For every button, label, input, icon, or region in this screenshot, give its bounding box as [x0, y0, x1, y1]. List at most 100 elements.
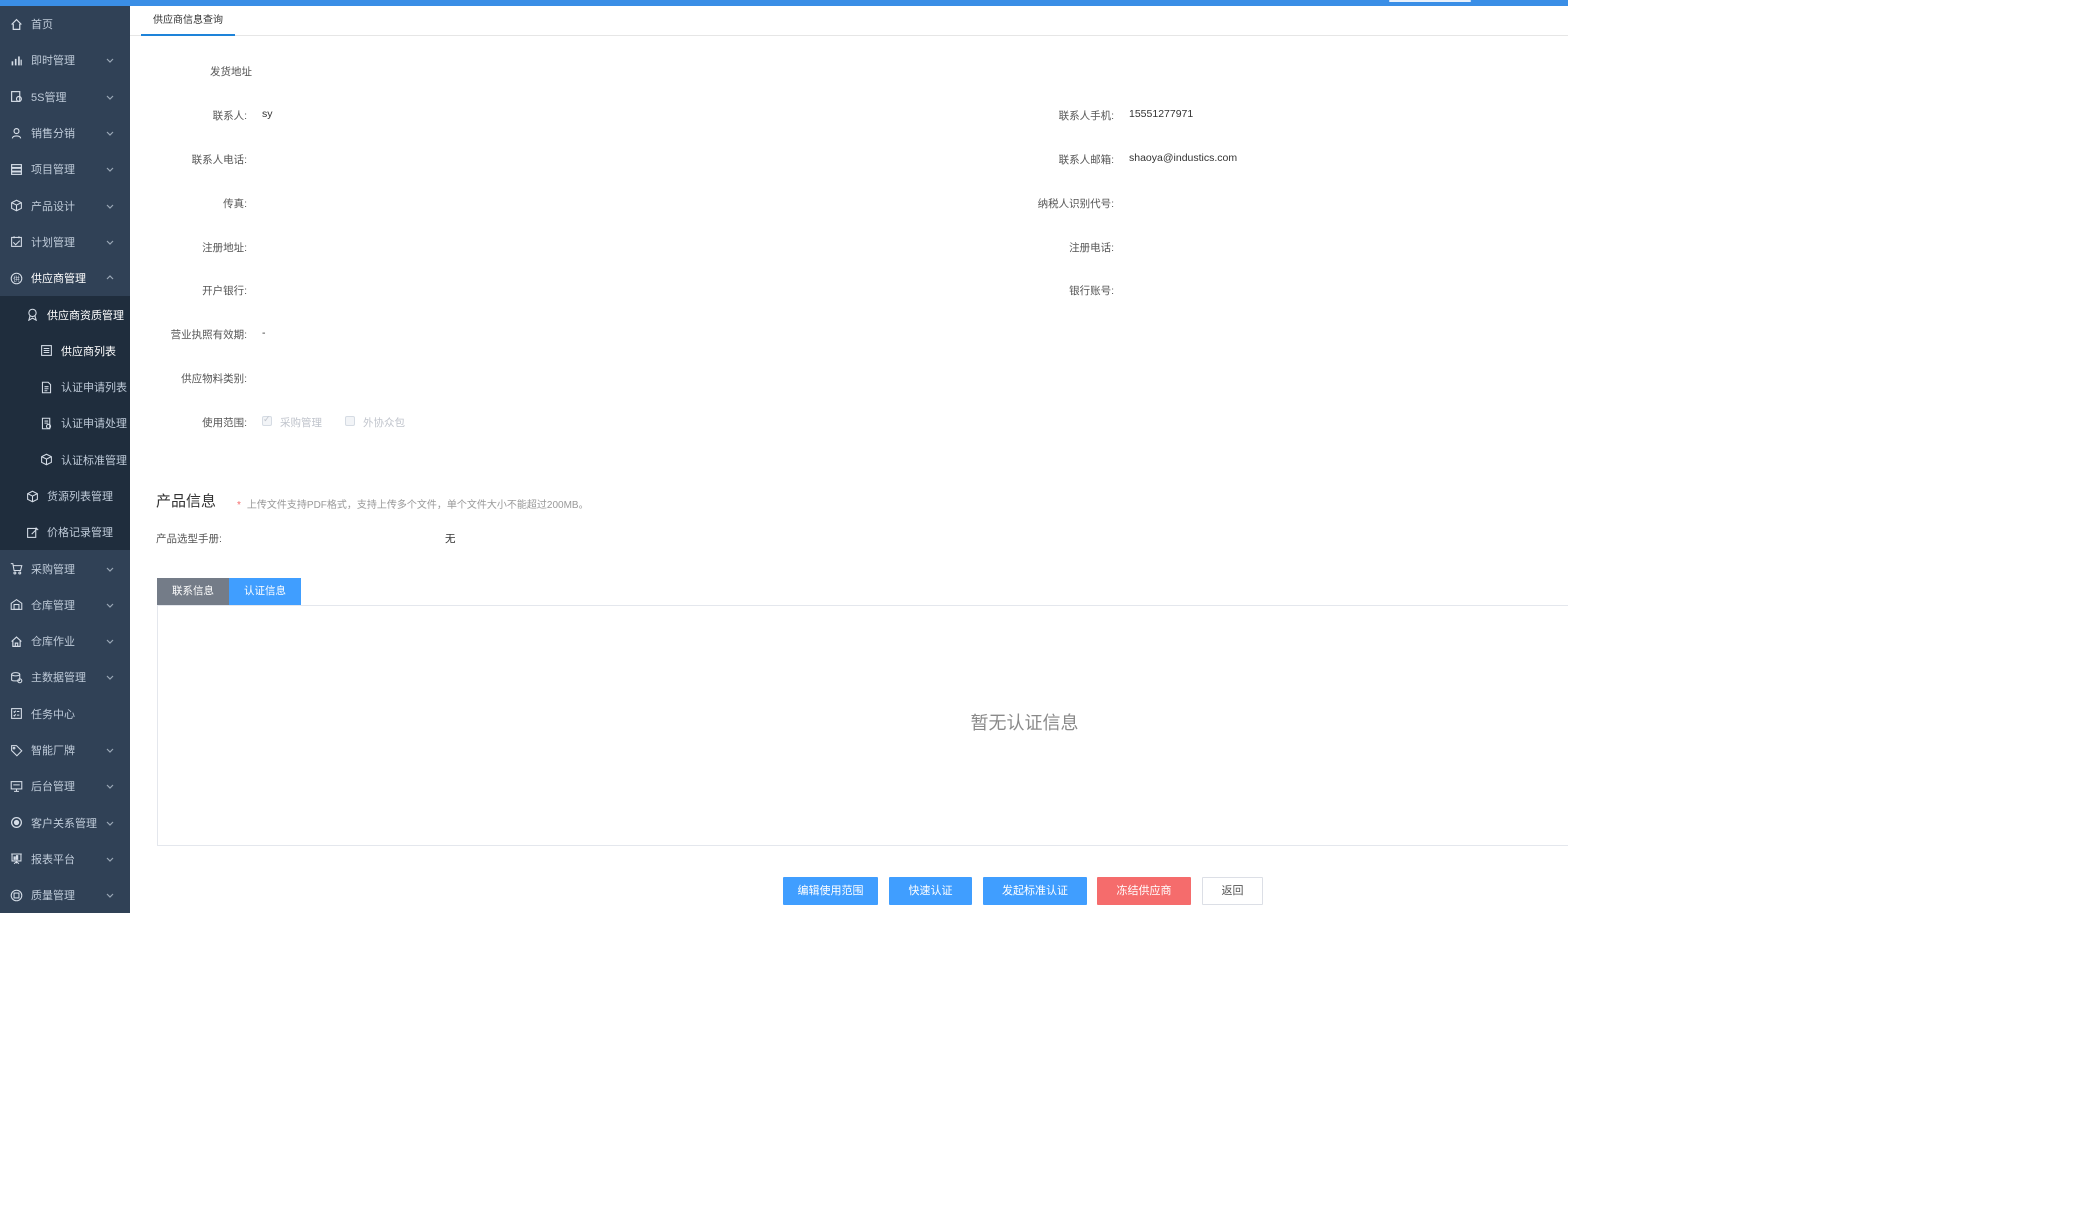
reg-address-label: 注册地址:	[202, 242, 247, 254]
main-content: 供应商信息查询 发货地址 联系人: sy 联系人手机: 15551277971 …	[130, 6, 1568, 913]
fax-label: 传真:	[223, 198, 247, 210]
bar-chart-icon	[9, 53, 23, 67]
upload-hint-text: 上传文件支持PDF格式，支持上传多个文件，单个文件大小不能超过200MB。	[246, 500, 589, 511]
quality-icon	[9, 888, 23, 902]
sidebar-item-smart-badge[interactable]: 智能厂牌	[0, 732, 130, 768]
sidebar-item-label: 即时管理	[31, 55, 75, 68]
standard-cert-button[interactable]: 发起标准认证	[983, 877, 1087, 905]
sidebar-item-label: 首页	[31, 19, 53, 32]
sidebar-item-5s[interactable]: 5S管理	[0, 79, 130, 115]
sidebar-item-cert-application-list[interactable]: 认证申请列表	[0, 368, 130, 406]
chevron-down-icon	[106, 857, 114, 862]
chevron-down-icon	[106, 131, 114, 136]
sidebar-item-quality[interactable]: 质量管理	[0, 877, 130, 913]
sidebar-item-cert-application-process[interactable]: 认证申请处理	[0, 405, 130, 442]
cart-icon	[9, 562, 23, 576]
cube-icon	[9, 199, 23, 213]
chevron-down-icon	[106, 95, 114, 100]
sidebar-item-label: 智能厂牌	[31, 745, 75, 758]
sidebar-item-master-data[interactable]: 主数据管理	[0, 659, 130, 695]
sidebar-item-crm[interactable]: 客户关系管理	[0, 805, 130, 841]
sidebar-item-product-design[interactable]: 产品设计	[0, 187, 130, 223]
cube-icon	[39, 453, 53, 467]
sidebar-item-cert-standard[interactable]: 认证标准管理	[0, 441, 130, 478]
bank-account-label: 银行账号:	[1069, 285, 1114, 297]
sidebar-item-label: 供应商列表	[61, 345, 116, 358]
checklist-icon	[9, 90, 23, 104]
chevron-down-icon	[106, 784, 114, 790]
ship-address-label: 发货地址	[210, 66, 252, 78]
presentation-icon	[9, 852, 23, 866]
chevron-down-icon	[106, 603, 114, 608]
calendar-icon	[9, 235, 23, 249]
tab-cert-info[interactable]: 认证信息	[229, 578, 301, 605]
sidebar-item-label: 主数据管理	[31, 672, 86, 685]
header-search-box[interactable]	[1389, 0, 1471, 2]
sidebar-item-warehouse[interactable]: 仓库管理	[0, 587, 130, 623]
sidebar-item-label: 供应商管理	[31, 273, 86, 286]
contact-mobile-value: 15551277971	[1129, 108, 1194, 120]
chevron-down-icon	[106, 893, 114, 899]
scope-purchase-checkbox[interactable]	[262, 414, 272, 426]
sidebar-item-label: 供应商资质管理	[47, 309, 124, 322]
sidebar-item-label: 价格记录管理	[47, 527, 113, 540]
sidebar-item-label: 货源列表管理	[47, 491, 113, 503]
task-icon	[9, 707, 23, 721]
sidebar-item-label: 采购管理	[31, 563, 75, 576]
product-info-title: 产品信息	[156, 493, 217, 510]
sidebar-item-supplier[interactable]: 供 供应商管理	[0, 260, 130, 296]
chevron-down-icon	[106, 748, 114, 753]
chevron-down-icon	[106, 167, 114, 173]
sidebar-item-sales[interactable]: 销售分销	[0, 115, 130, 151]
sidebar-item-label: 报表平台	[31, 853, 75, 866]
sidebar-item-project[interactable]: 项目管理	[0, 151, 130, 187]
chevron-down-icon	[106, 639, 114, 645]
sidebar-item-label: 认证标准管理	[61, 454, 127, 467]
sidebar-item-label: 客户关系管理	[31, 817, 97, 830]
tag-icon	[9, 743, 23, 757]
monitor-icon	[9, 779, 23, 793]
sidebar-item-price-record[interactable]: 价格记录管理	[0, 514, 130, 551]
sidebar-item-backend[interactable]: 后台管理	[0, 768, 130, 804]
cube-icon	[25, 489, 39, 503]
contact-email-value: shaoya@industics.com	[1129, 152, 1238, 164]
page-tabs-bar: 供应商信息查询	[130, 6, 1568, 36]
product-manual-value: 无	[445, 533, 456, 545]
home-icon	[9, 17, 23, 31]
sidebar-item-supplier-list[interactable]: 供应商列表	[0, 332, 130, 369]
sidebar-item-purchase[interactable]: 采购管理	[0, 550, 130, 586]
sidebar-item-report[interactable]: 报表平台	[0, 841, 130, 877]
sidebar-item-label: 仓库管理	[31, 599, 75, 612]
license-validity-value: -	[262, 327, 266, 339]
sidebar-item-supplier-qualification[interactable]: 供应商资质管理	[0, 296, 130, 333]
sidebar-item-task-center[interactable]: 任务中心	[0, 696, 130, 732]
contact-email-label: 联系人邮箱:	[1058, 154, 1114, 166]
sidebar-item-source-list[interactable]: 货源列表管理	[0, 477, 130, 515]
tab-contact-info[interactable]: 联系信息	[157, 578, 229, 605]
sidebar-item-warehouse-ops[interactable]: 仓库作业	[0, 623, 130, 659]
target-icon	[9, 816, 23, 830]
sidebar: 首页 即时管理 5S管理 销售分销 项目管理 产品设计 计划管理 供 供应商管理	[0, 6, 130, 913]
back-button[interactable]: 返回	[1202, 877, 1263, 905]
quick-cert-button[interactable]: 快速认证	[889, 877, 972, 905]
freeze-supplier-button[interactable]: 冻结供应商	[1097, 877, 1191, 905]
sidebar-item-realtime[interactable]: 即时管理	[0, 42, 130, 78]
scope-outsource-checkbox[interactable]	[345, 416, 355, 426]
sidebar-item-label: 销售分销	[31, 128, 75, 141]
contact-phone-label: 联系人电话:	[191, 154, 247, 166]
tab-supplier-info-query[interactable]: 供应商信息查询	[141, 6, 235, 36]
supplier-submenu: 供应商资质管理 供应商列表 认证申请列表 认证申请处理 认证标准管理 货源列表管…	[0, 296, 130, 551]
info-tabs: 联系信息 认证信息	[157, 578, 301, 605]
sidebar-item-label: 项目管理	[31, 164, 75, 177]
edit-scope-button[interactable]: 编辑使用范围	[783, 877, 878, 905]
reg-phone-label: 注册电话:	[1069, 242, 1114, 254]
sidebar-item-label: 任务中心	[31, 708, 75, 721]
bank-label: 开户银行:	[202, 285, 247, 297]
sidebar-item-home[interactable]: 首页	[0, 6, 130, 42]
contact-mobile-label: 联系人手机:	[1058, 110, 1114, 122]
house-icon	[9, 634, 23, 648]
chevron-down-icon	[106, 59, 114, 64]
sidebar-item-label: 质量管理	[31, 890, 75, 903]
sidebar-item-plan[interactable]: 计划管理	[0, 224, 130, 260]
scope-outsource-label: 外协众包	[363, 417, 405, 429]
